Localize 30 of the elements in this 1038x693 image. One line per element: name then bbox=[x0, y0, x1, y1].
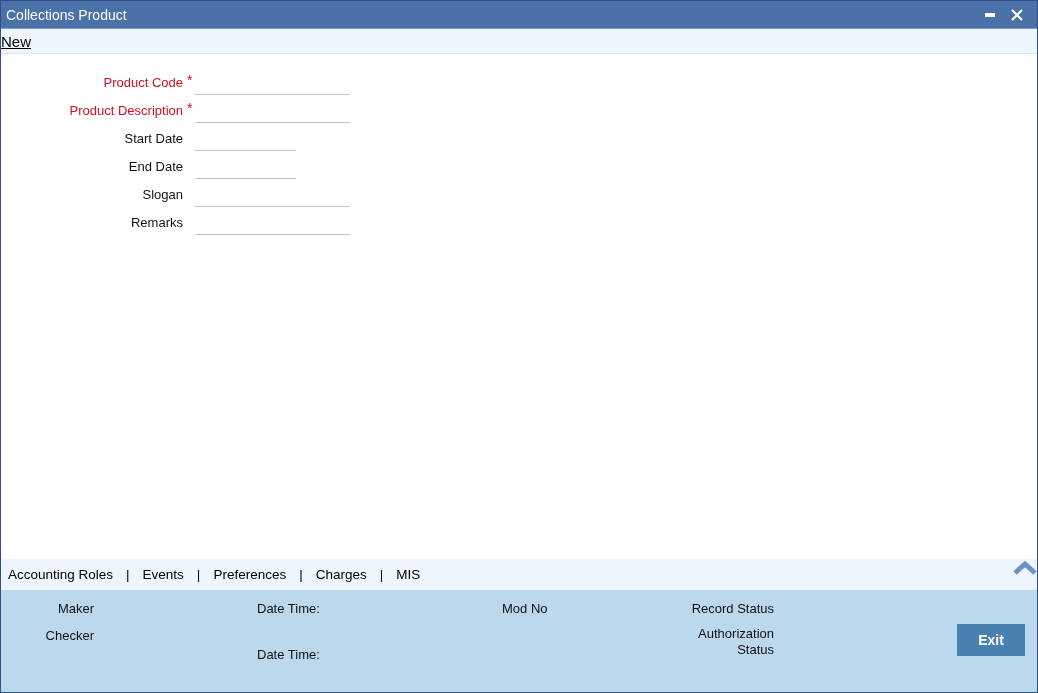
maker-label: Maker bbox=[56, 601, 94, 618]
required-mark: * bbox=[187, 72, 193, 88]
field-label: Slogan bbox=[141, 186, 183, 202]
tab-link[interactable]: Accounting Roles bbox=[8, 567, 114, 582]
field-label: Product Description bbox=[68, 102, 183, 118]
field-label: Remarks bbox=[130, 214, 183, 230]
authorization-status-label: Authorization Status bbox=[697, 626, 774, 659]
mod-no-label: Mod No bbox=[502, 601, 549, 618]
tab-separator: | bbox=[126, 567, 130, 582]
tab-link[interactable]: Preferences bbox=[213, 567, 287, 582]
field-label: Start Date bbox=[123, 130, 183, 146]
window-title: Collections Product bbox=[6, 6, 127, 23]
new-link[interactable]: New bbox=[1, 32, 31, 50]
tab-link[interactable]: MIS bbox=[396, 567, 421, 582]
chevron-up-icon[interactable] bbox=[1013, 561, 1037, 575]
date-time-label: Date Time: bbox=[257, 601, 321, 618]
minimize-icon[interactable] bbox=[985, 12, 995, 17]
exit-button[interactable]: Exit bbox=[957, 624, 1025, 656]
tab-link[interactable]: Events bbox=[142, 567, 184, 582]
tab-link[interactable]: Charges bbox=[315, 567, 367, 582]
checker-label: Checker bbox=[44, 628, 94, 645]
field-label: End Date bbox=[127, 158, 183, 174]
date-time-label: Date Time: bbox=[257, 647, 321, 664]
close-icon[interactable] bbox=[1011, 8, 1023, 21]
record-status-label: Record Status bbox=[690, 601, 774, 618]
tab-separator: | bbox=[379, 567, 384, 582]
tab-separator: | bbox=[196, 567, 201, 582]
tab-separator: | bbox=[299, 567, 303, 582]
field-label: Product Code bbox=[102, 74, 183, 90]
required-mark: * bbox=[187, 100, 193, 116]
